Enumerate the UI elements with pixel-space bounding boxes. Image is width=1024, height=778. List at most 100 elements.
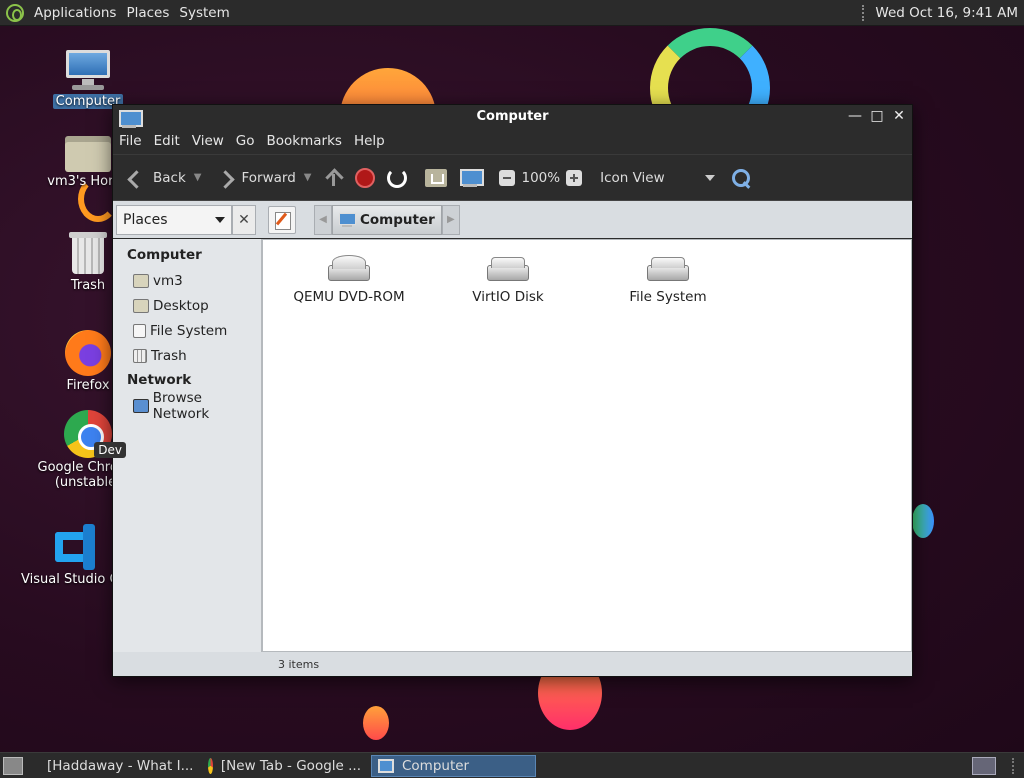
sidebar-item-label: vm3	[153, 272, 183, 289]
forward-label: Forward	[241, 169, 296, 186]
location-bar: Places ✕ ◀ Computer ▶	[113, 200, 912, 238]
sidebar-item-browse-network[interactable]: Browse Network	[113, 390, 261, 422]
icon-view[interactable]: QEMU DVD-ROM VirtIO Disk File System	[262, 239, 912, 652]
search-icon	[731, 168, 751, 188]
window-controls: — □ ✕	[846, 107, 908, 125]
home-button[interactable]	[419, 161, 453, 195]
computer-icon	[459, 168, 485, 188]
trash-icon	[133, 348, 147, 363]
hard-disk-icon	[645, 255, 691, 285]
applications-menu[interactable]: Applications	[34, 5, 116, 21]
clock[interactable]: Wed Oct 16, 9:41 AM	[875, 5, 1018, 21]
wallpaper-shape	[912, 504, 934, 538]
minimize-button[interactable]: —	[846, 107, 864, 125]
title-bar[interactable]: Computer — □ ✕	[113, 105, 912, 128]
content-area: Computer vm3 Desktop File System Trash N…	[113, 239, 912, 676]
sidebar-item-label: Trash	[151, 347, 187, 364]
menu-edit[interactable]: Edit	[154, 133, 180, 149]
task-firefox[interactable]: [Haddaway - What I...	[33, 755, 198, 777]
mate-logo-icon[interactable]	[6, 3, 24, 22]
network-icon	[133, 398, 149, 413]
firefox-icon	[65, 330, 111, 376]
close-button[interactable]: ✕	[890, 107, 908, 125]
maximize-button[interactable]: □	[868, 107, 886, 125]
stop-icon	[355, 167, 376, 188]
file-item-file-system[interactable]: File System	[588, 240, 748, 305]
menu-bookmarks[interactable]: Bookmarks	[267, 133, 342, 149]
file-item-label: QEMU DVD-ROM	[293, 289, 405, 305]
sidebar-item-file-system[interactable]: File System	[113, 318, 261, 343]
task-label: [New Tab - Google ...	[220, 757, 361, 774]
wallpaper-shape	[363, 706, 389, 740]
zoom-level: 100%	[521, 169, 561, 186]
up-arrow-icon	[325, 168, 343, 188]
sidebar-item-trash[interactable]: Trash	[113, 343, 261, 368]
window-computer-icon[interactable]	[118, 109, 143, 128]
menu-file[interactable]: File	[119, 133, 142, 149]
sidebar-item-label: File System	[150, 322, 228, 339]
file-manager-window: Computer — □ ✕ File Edit View Go Bookmar…	[112, 104, 913, 677]
vscode-icon	[51, 524, 97, 570]
toolbar: Back ▼ Forward ▼ 100% Icon View	[113, 154, 912, 200]
computer-icon	[378, 758, 394, 773]
status-bar: 3 items	[262, 652, 912, 676]
breadcrumb-left-arrow[interactable]: ◀	[314, 204, 332, 235]
sidebar-item-vm3[interactable]: vm3	[113, 268, 261, 293]
home-folder-icon	[133, 273, 149, 288]
breadcrumb: ◀ Computer ▶	[314, 204, 460, 235]
breadcrumb-label: Computer	[360, 211, 435, 228]
file-item-virtio-disk[interactable]: VirtIO Disk	[428, 240, 588, 305]
window-title: Computer	[476, 109, 549, 124]
file-system-icon	[133, 323, 146, 338]
file-item-label: VirtIO Disk	[472, 289, 544, 305]
file-item-qemu-dvd-rom[interactable]: QEMU DVD-ROM	[269, 240, 429, 305]
breadcrumb-right-arrow[interactable]: ▶	[441, 204, 460, 235]
menu-help[interactable]: Help	[354, 133, 385, 149]
panel-grip-icon	[862, 4, 865, 21]
chrome-icon	[208, 757, 213, 774]
sidebar-item-desktop[interactable]: Desktop	[113, 293, 261, 318]
desktop-icon-label: Firefox	[66, 378, 110, 393]
back-label: Back	[153, 169, 186, 186]
system-tray	[972, 756, 1024, 775]
task-chrome[interactable]: [New Tab - Google ...	[202, 755, 367, 777]
side-pane-select[interactable]: Places	[116, 204, 232, 235]
stop-button[interactable]	[349, 161, 381, 195]
forward-button[interactable]: Forward	[209, 161, 301, 195]
desktop-icon-computer[interactable]: Computer	[33, 48, 143, 109]
menu-bar: File Edit View Go Bookmarks Help	[113, 128, 912, 154]
task-label: Computer	[402, 757, 470, 774]
search-button[interactable]	[725, 161, 757, 195]
trash-icon	[69, 230, 107, 276]
show-desktop-button[interactable]	[3, 756, 23, 775]
zoom-out-button[interactable]	[493, 161, 521, 195]
computer-icon	[64, 48, 112, 92]
computer-icon	[339, 212, 356, 228]
up-button[interactable]	[319, 161, 349, 195]
bottom-taskbar: [Haddaway - What I... [New Tab - Google …	[0, 752, 1024, 778]
breadcrumb-computer[interactable]: Computer	[332, 204, 442, 235]
toggle-location-entry-button[interactable]	[268, 205, 296, 234]
zoom-in-icon	[566, 169, 583, 186]
panel-grip-icon	[1012, 757, 1014, 774]
view-mode-label: Icon View	[600, 169, 665, 186]
computer-button[interactable]	[453, 161, 487, 195]
places-menu[interactable]: Places	[126, 5, 169, 21]
chrome-icon: Dev	[64, 410, 126, 458]
clock-area: Wed Oct 16, 9:41 AM	[862, 4, 1024, 21]
workspace-switcher[interactable]	[972, 756, 996, 775]
close-side-pane-button[interactable]: ✕	[232, 204, 256, 235]
view-mode-select[interactable]: Icon View	[600, 170, 715, 186]
top-menu: Applications Places System	[0, 3, 230, 22]
back-history-dropdown[interactable]: ▼	[194, 172, 202, 183]
reload-icon	[387, 167, 408, 188]
menu-go[interactable]: Go	[236, 133, 255, 149]
reload-button[interactable]	[381, 161, 413, 195]
task-computer[interactable]: Computer	[371, 754, 536, 777]
back-button[interactable]: Back	[121, 161, 192, 195]
chevron-down-icon	[215, 216, 225, 223]
menu-view[interactable]: View	[192, 133, 224, 149]
forward-history-dropdown[interactable]: ▼	[304, 172, 312, 183]
system-menu[interactable]: System	[179, 5, 229, 21]
zoom-in-button[interactable]	[560, 161, 588, 195]
